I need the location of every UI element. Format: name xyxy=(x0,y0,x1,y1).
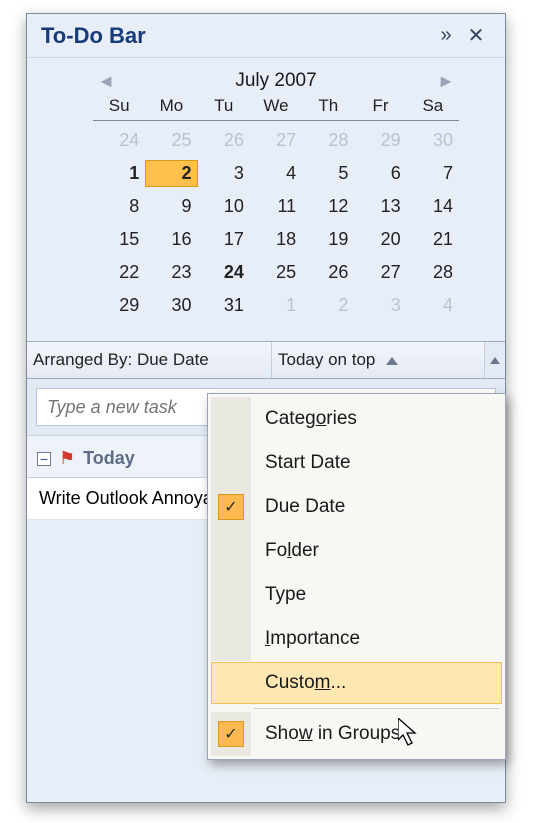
menu-item-check xyxy=(211,573,251,617)
month-nav: ◄ July 2007 ► xyxy=(93,66,459,96)
calendar-day[interactable]: 4 xyxy=(407,292,459,319)
menu-item-label: Due Date xyxy=(251,496,345,518)
calendar-day[interactable]: 28 xyxy=(302,127,354,154)
calendar-day[interactable]: 14 xyxy=(407,193,459,220)
calendar-day[interactable]: 12 xyxy=(302,193,354,220)
calendar-day[interactable]: 7 xyxy=(407,160,459,187)
calendar-day[interactable]: 15 xyxy=(93,226,145,253)
title-bar: To-Do Bar » ✕ xyxy=(27,14,505,58)
calendar-day[interactable]: 3 xyxy=(198,160,250,187)
prev-month-icon[interactable]: ◄ xyxy=(93,71,119,92)
menu-item-check xyxy=(211,712,251,756)
menu-item-check xyxy=(211,485,251,529)
calendar-day[interactable]: 10 xyxy=(198,193,250,220)
arrange-by-menu: Categories Start Date Due Date Folder Type Im… xyxy=(207,393,506,760)
calendar-day[interactable]: 17 xyxy=(198,226,250,253)
calendar-day[interactable]: 6 xyxy=(354,160,406,187)
calendar-day[interactable]: 5 xyxy=(302,160,354,187)
menu-item-due-date[interactable]: Due Date xyxy=(211,485,502,529)
calendar-day[interactable]: 11 xyxy=(250,193,302,220)
calendar-day[interactable]: 2 xyxy=(302,292,354,319)
menu-item-label: Importance xyxy=(251,628,360,650)
scroll-up-button[interactable] xyxy=(484,342,505,378)
month-label[interactable]: July 2007 xyxy=(119,70,433,92)
menu-item-label: Start Date xyxy=(251,452,351,474)
menu-separator xyxy=(254,708,499,709)
calendar-day[interactable]: 2 xyxy=(145,160,197,187)
menu-item-show-in-groups[interactable]: Show in Groups xyxy=(211,712,502,756)
close-icon[interactable]: ✕ xyxy=(461,23,491,48)
date-navigator: ◄ July 2007 ► SuMoTuWeThFrSa242526272829… xyxy=(27,58,505,327)
menu-item-label: Custom... xyxy=(251,672,346,694)
calendar-day-header: Fr xyxy=(354,96,406,121)
menu-item-label: Type xyxy=(251,584,306,606)
panel-title: To-Do Bar xyxy=(41,23,431,49)
calendar-day[interactable]: 19 xyxy=(302,226,354,253)
calendar-day-header: We xyxy=(250,96,302,121)
calendar-day[interactable]: 16 xyxy=(145,226,197,253)
calendar-day-header: Su xyxy=(93,96,145,121)
calendar-day[interactable]: 22 xyxy=(93,259,145,286)
calendar-day[interactable]: 13 xyxy=(354,193,406,220)
sort-asc-icon xyxy=(386,357,398,365)
calendar-day[interactable]: 8 xyxy=(93,193,145,220)
minimize-chevrons-icon[interactable]: » xyxy=(431,24,461,47)
arranged-by-button[interactable]: Arranged By: Due Date xyxy=(27,342,272,378)
menu-item-type[interactable]: Type xyxy=(211,573,502,617)
calendar-day[interactable]: 31 xyxy=(198,292,250,319)
calendar-day-header: Mo xyxy=(145,96,197,121)
calendar-day[interactable]: 9 xyxy=(145,193,197,220)
sort-order-label: Today on top xyxy=(278,350,375,369)
calendar-day[interactable]: 24 xyxy=(198,259,250,286)
calendar-day[interactable]: 25 xyxy=(145,127,197,154)
sort-order-button[interactable]: Today on top xyxy=(272,342,484,378)
next-month-icon[interactable]: ► xyxy=(433,71,459,92)
group-label: Today xyxy=(83,448,135,469)
calendar-day-header: Sa xyxy=(407,96,459,121)
calendar-day[interactable]: 27 xyxy=(354,259,406,286)
calendar-day[interactable]: 29 xyxy=(93,292,145,319)
calendar-day-header: Tu xyxy=(198,96,250,121)
calendar-day[interactable]: 29 xyxy=(354,127,406,154)
menu-item-label: Folder xyxy=(251,540,319,562)
calendar-day[interactable]: 3 xyxy=(354,292,406,319)
menu-item-check xyxy=(211,441,251,485)
calendar-day-header: Th xyxy=(302,96,354,121)
calendar-day[interactable]: 25 xyxy=(250,259,302,286)
menu-item-check xyxy=(211,529,251,573)
menu-item-categories[interactable]: Categories xyxy=(211,397,502,441)
menu-item-check xyxy=(211,617,251,661)
flag-icon: ⚑ xyxy=(59,448,75,469)
menu-item-label: Show in Groups xyxy=(251,723,400,745)
menu-item-folder[interactable]: Folder xyxy=(211,529,502,573)
calendar-day[interactable]: 24 xyxy=(93,127,145,154)
calendar-day[interactable]: 1 xyxy=(250,292,302,319)
calendar-day[interactable]: 20 xyxy=(354,226,406,253)
calendar-day[interactable]: 18 xyxy=(250,226,302,253)
menu-item-custom[interactable]: Custom... xyxy=(211,662,502,704)
calendar-day[interactable]: 1 xyxy=(93,160,145,187)
menu-item-check xyxy=(212,663,251,703)
calendar-day[interactable]: 26 xyxy=(302,259,354,286)
calendar-day[interactable]: 21 xyxy=(407,226,459,253)
menu-item-start-date[interactable]: Start Date xyxy=(211,441,502,485)
menu-item-label: Categories xyxy=(251,408,357,430)
chevron-up-icon xyxy=(490,357,500,364)
calendar-day[interactable]: 4 xyxy=(250,160,302,187)
calendar-day[interactable]: 23 xyxy=(145,259,197,286)
calendar-day[interactable]: 30 xyxy=(407,127,459,154)
calendar-grid: SuMoTuWeThFrSa24252627282930123456789101… xyxy=(93,96,459,319)
collapse-toggle[interactable]: − xyxy=(37,452,51,466)
menu-item-importance[interactable]: Importance xyxy=(211,617,502,661)
calendar-day[interactable]: 26 xyxy=(198,127,250,154)
menu-item-check xyxy=(211,397,251,441)
calendar-day[interactable]: 30 xyxy=(145,292,197,319)
task-list-header: Arranged By: Due Date Today on top xyxy=(27,341,505,379)
calendar-day[interactable]: 27 xyxy=(250,127,302,154)
calendar-day[interactable]: 28 xyxy=(407,259,459,286)
